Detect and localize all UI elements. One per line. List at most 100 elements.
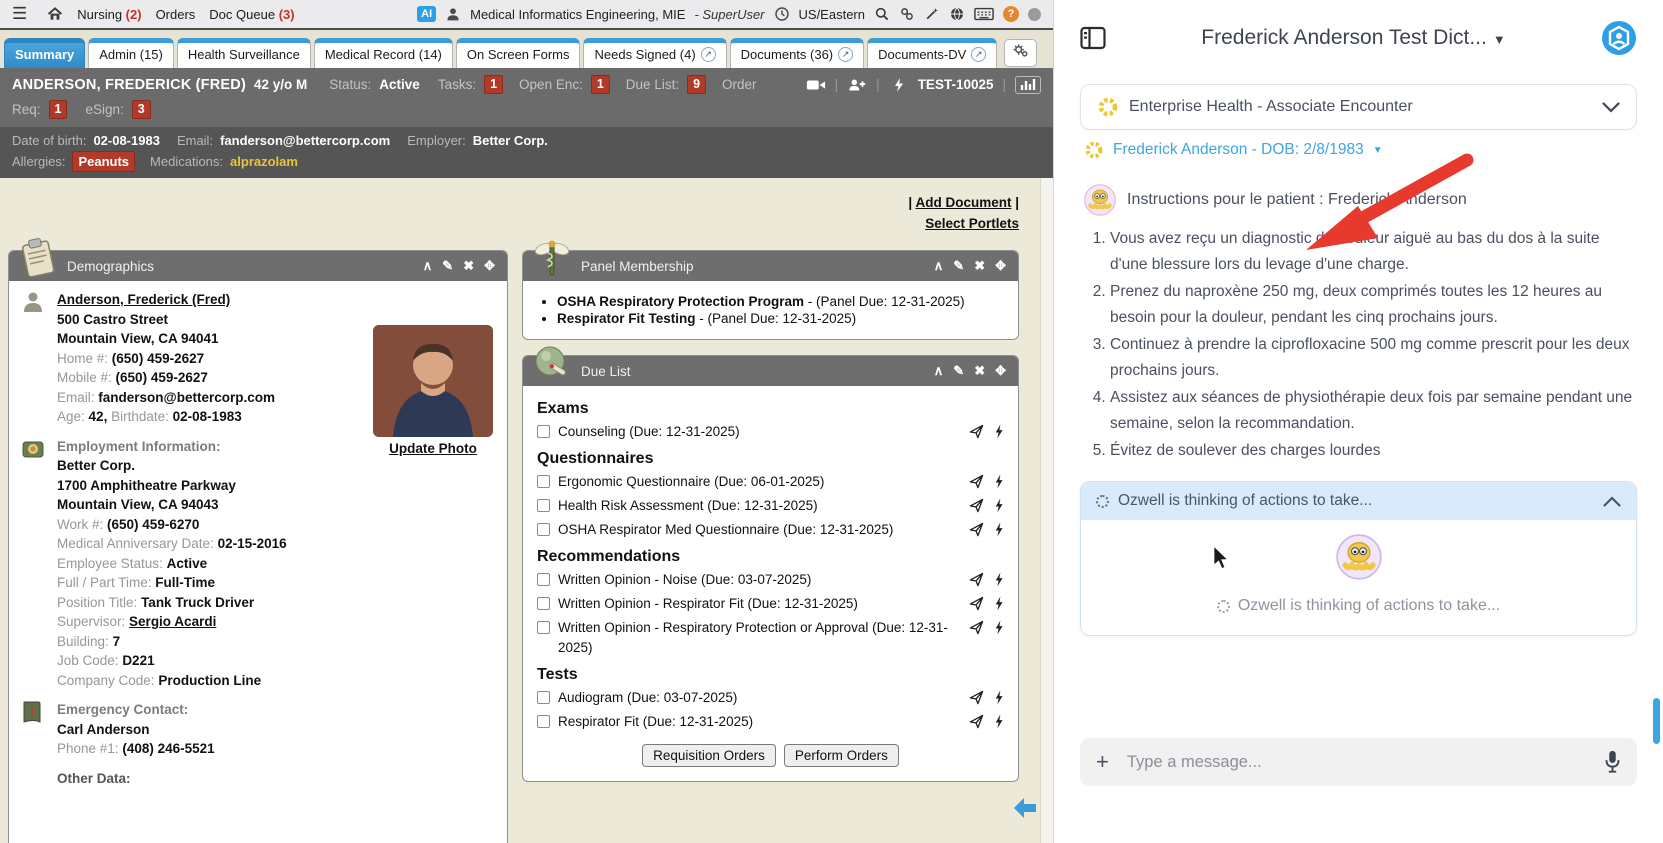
attach-plus-icon[interactable]: + [1096,751,1109,773]
order-link[interactable]: Order [722,77,757,92]
scrollbar-thumb[interactable] [1653,698,1660,744]
tab-summary[interactable]: Summary [4,38,85,68]
demographics-header[interactable]: Demographics ∧✎✖✥ [9,251,507,281]
hamburger-menu-icon[interactable]: ☰ [12,4,27,24]
ozwell-avatar [1084,184,1116,216]
collapse-panel-arrow-icon[interactable] [1013,797,1037,819]
checkbox[interactable] [537,475,550,488]
send-icon[interactable] [969,522,984,537]
patient-name-link[interactable]: Anderson, Frederick (Fred) [57,290,275,310]
edit-icon[interactable]: ✎ [953,258,964,274]
home-icon[interactable] [47,6,63,22]
ozwell-logo[interactable] [1601,20,1637,56]
bolt-icon[interactable] [994,714,1004,729]
due-list-badge[interactable]: 9 [687,75,706,94]
send-icon[interactable] [969,424,984,439]
checkbox[interactable] [537,573,550,586]
conversation-title[interactable]: Frederick Anderson Test Dict...▼ [1106,26,1601,50]
edit-icon[interactable]: ✎ [953,363,964,379]
timezone-label[interactable]: US/Eastern [799,7,865,22]
send-icon[interactable] [969,498,984,513]
person-icon [21,290,45,314]
bolt-icon[interactable] [994,522,1004,537]
move-icon[interactable]: ✥ [995,363,1006,379]
checkbox[interactable] [537,691,550,704]
bolt-icon[interactable] [994,572,1004,587]
edit-icon[interactable]: ✎ [442,258,453,274]
tab-admin[interactable]: Admin (15) [88,38,174,68]
close-icon[interactable]: ✖ [463,258,474,274]
select-portlets-link[interactable]: Select Portlets [925,216,1019,231]
link-icon[interactable] [899,6,915,22]
requisition-orders-button[interactable]: Requisition Orders [642,744,776,767]
add-document-link[interactable]: Add Document [915,195,1011,210]
instruction-item: Prenez du naproxène 250 mg, deux comprim… [1110,279,1633,331]
globe-icon[interactable] [949,6,965,22]
collapse-icon[interactable]: ∧ [934,363,944,379]
send-icon[interactable] [969,474,984,489]
send-icon[interactable] [969,690,984,705]
tasks-count-badge[interactable]: 1 [484,75,503,94]
email-value: fanderson@bettercorp.com [220,133,390,148]
close-icon[interactable]: ✖ [974,363,985,379]
patient-context-link[interactable]: Frederick Anderson - DOB: 2/8/1983 ▼ [1084,140,1633,160]
tab-settings-button[interactable] [1004,39,1037,67]
add-person-icon[interactable] [847,77,867,93]
bolt-icon[interactable] [994,498,1004,513]
wand-icon[interactable] [924,6,940,22]
tab-documents-dv[interactable]: Documents-DV↗ [867,38,997,68]
bolt-icon[interactable] [994,690,1004,705]
patient-name[interactable]: ANDERSON, FREDERICK (FRED) [12,77,246,93]
medication-value[interactable]: alprazolam [230,154,298,169]
checkbox[interactable] [537,597,550,610]
external-link-icon: ↗ [701,47,716,62]
checkbox[interactable] [537,499,550,512]
checkbox[interactable] [537,523,550,536]
collapse-icon[interactable]: ∧ [423,258,433,274]
microphone-icon[interactable] [1604,750,1621,774]
tab-on-screen-forms[interactable]: On Screen Forms [456,38,581,68]
open-enc-badge[interactable]: 1 [591,75,610,94]
due-list-header[interactable]: Due List ∧✎✖✥ [523,356,1018,386]
keyboard-icon[interactable] [974,6,994,22]
update-photo-link[interactable]: Update Photo [389,441,477,456]
ai-badge[interactable]: AI [417,6,436,22]
bolt-icon[interactable] [994,474,1004,489]
sidebar-toggle-icon[interactable] [1080,26,1106,50]
help-icon[interactable]: ? [1003,6,1019,22]
thinking-card-header[interactable]: Ozwell is thinking of actions to take... [1081,482,1636,520]
panel-membership-header[interactable]: Panel Membership ∧✎✖✥ [523,251,1018,281]
nav-nursing[interactable]: Nursing (2) [77,7,141,22]
video-camera-icon[interactable] [806,77,826,93]
move-icon[interactable]: ✥ [484,258,495,274]
encounter-selector[interactable]: Enterprise Health - Associate Encounter [1080,84,1637,130]
nav-doc-queue[interactable]: Doc Queue (3) [209,7,294,22]
tab-documents[interactable]: Documents (36)↗ [730,38,864,68]
checkbox[interactable] [537,425,550,438]
close-icon[interactable]: ✖ [974,258,985,274]
send-icon[interactable] [969,596,984,611]
supervisor-link[interactable]: Sergio Acardi [129,614,216,629]
message-input[interactable] [1125,752,1588,773]
bolt-icon[interactable] [994,424,1004,439]
send-icon[interactable] [969,714,984,729]
collapse-icon[interactable]: ∧ [934,258,944,274]
req-badge[interactable]: 1 [49,100,68,119]
bolt-icon[interactable] [994,596,1004,611]
nav-orders[interactable]: Orders [156,7,196,22]
bolt-icon[interactable] [994,620,1004,635]
search-icon[interactable] [874,6,890,22]
tab-health-surveillance[interactable]: Health Surveillance [177,38,311,68]
send-icon[interactable] [969,620,984,635]
checkbox[interactable] [537,621,550,634]
allergy-badge[interactable]: Peanuts [72,151,135,172]
lightning-icon[interactable] [889,77,909,93]
send-icon[interactable] [969,572,984,587]
flowsheet-button[interactable] [1015,76,1041,94]
perform-orders-button[interactable]: Perform Orders [784,744,899,767]
move-icon[interactable]: ✥ [995,258,1006,274]
tab-needs-signed[interactable]: Needs Signed (4)↗ [583,38,726,68]
esign-badge[interactable]: 3 [132,100,151,119]
tab-medical-record[interactable]: Medical Record (14) [314,38,453,68]
checkbox[interactable] [537,715,550,728]
